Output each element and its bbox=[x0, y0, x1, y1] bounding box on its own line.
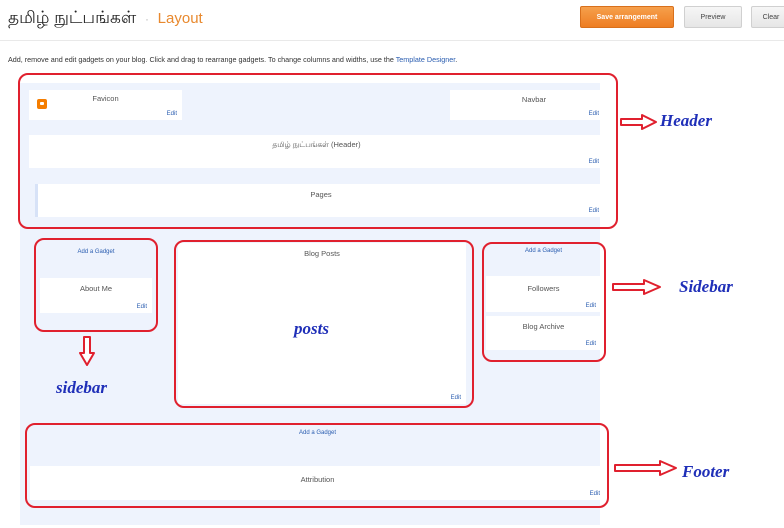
right-sidebar-highlight-box bbox=[482, 242, 606, 362]
header-highlight-box bbox=[18, 73, 618, 229]
template-designer-link[interactable]: Template Designer bbox=[396, 55, 456, 64]
annotation-sidebar-right: Sidebar bbox=[679, 277, 733, 296]
left-sidebar-highlight-box bbox=[34, 238, 158, 332]
footer-arrow-icon bbox=[614, 460, 677, 476]
layout-page: தமிழ் நுட்பங்கள் · Layout Save arrangeme… bbox=[0, 0, 784, 528]
header-arrow-icon bbox=[620, 114, 657, 130]
instructions-text: Add, remove and edit gadgets on your blo… bbox=[8, 55, 457, 64]
blog-title: தமிழ் நுட்பங்கள் bbox=[8, 8, 137, 27]
instructions-period: . bbox=[455, 55, 458, 64]
annotation-footer: Footer bbox=[682, 462, 730, 481]
clear-button[interactable]: Clear bbox=[751, 6, 784, 28]
annotation-sidebar-left: sidebar bbox=[56, 378, 107, 397]
annotation-header: Header bbox=[660, 111, 712, 130]
instructions-body: Add, remove and edit gadgets on your blo… bbox=[8, 55, 394, 64]
annotation-posts: posts bbox=[294, 319, 329, 338]
layout-tab-label: Layout bbox=[157, 10, 203, 27]
sidebar-left-arrow-icon bbox=[79, 336, 95, 366]
sidebar-right-arrow-icon bbox=[612, 279, 661, 295]
page-title: தமிழ் நுட்பங்கள் · Layout bbox=[8, 8, 203, 30]
footer-highlight-box bbox=[25, 423, 609, 508]
header-divider bbox=[0, 40, 784, 41]
save-arrangement-button[interactable]: Save arrangement bbox=[580, 6, 674, 28]
preview-button[interactable]: Preview bbox=[684, 6, 742, 28]
title-separator: · bbox=[144, 12, 149, 26]
